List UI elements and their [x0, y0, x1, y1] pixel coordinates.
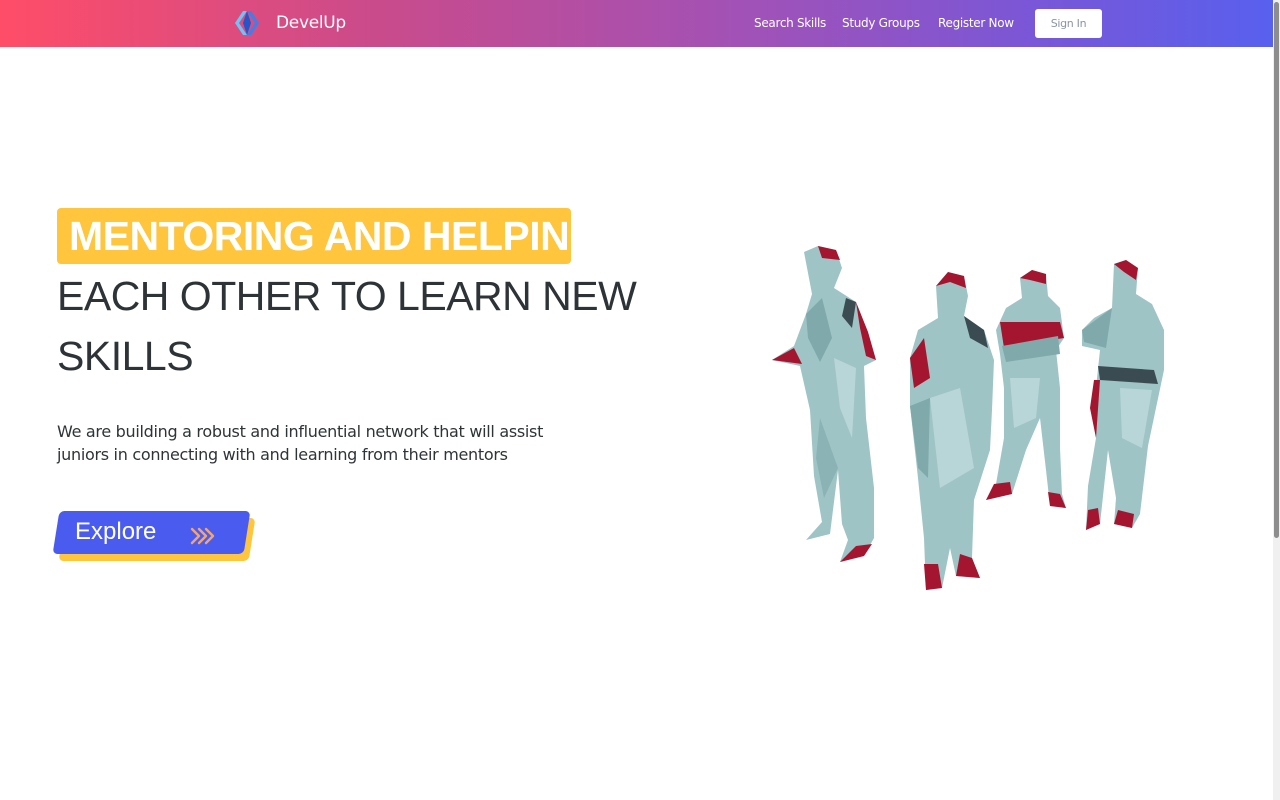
scrollbar-thumb[interactable]: [1274, 2, 1279, 538]
nav-link-search-skills[interactable]: Search Skills: [754, 16, 826, 30]
headline-line-2: EACH OTHER TO LEARN NEW: [57, 273, 637, 319]
nav-link-study-groups[interactable]: Study Groups: [842, 16, 920, 30]
figure-4: [1082, 260, 1164, 530]
figure-1: [772, 246, 876, 562]
hero-tagline: We are building a robust and influential…: [57, 422, 544, 464]
explore-button[interactable]: [52, 511, 251, 554]
brand[interactable]: DevelUp: [232, 10, 346, 36]
nav-link-register-now[interactable]: Register Now: [938, 16, 1014, 30]
top-navbar: DevelUp Search Skills Study Groups Regis…: [0, 0, 1273, 47]
figure-3: [986, 270, 1066, 508]
headline-line-3: SKILLS: [57, 333, 194, 379]
figure-2: [910, 272, 994, 590]
code-brackets-icon: [235, 11, 259, 35]
headline-highlight-text: MENTORING AND HELPING: [69, 213, 601, 259]
people-lowpoly-illustration: [772, 246, 1164, 590]
brand-name: DevelUp: [276, 13, 346, 33]
sign-in-button[interactable]: Sign In: [1035, 9, 1102, 38]
